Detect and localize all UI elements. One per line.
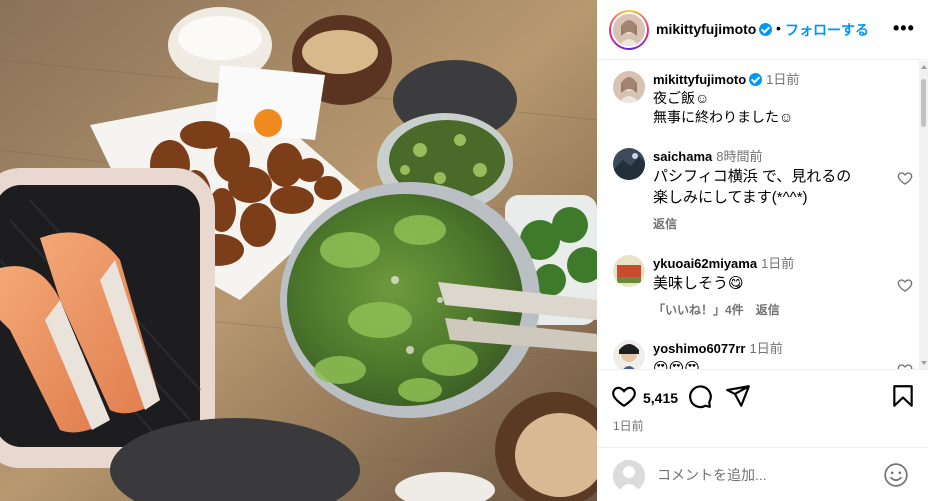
comment-item: ykuoai62miyama 1日前 美味しそう😋 「いいね！」4件 返信 <box>613 255 913 325</box>
default-avatar-icon <box>613 460 645 492</box>
caption-avatar-image <box>613 71 645 103</box>
comment-input[interactable] <box>657 464 877 486</box>
like-count[interactable]: 5,415 <box>643 390 678 406</box>
reply-button[interactable]: 返信 <box>653 217 677 231</box>
save-bookmark-icon[interactable] <box>890 383 916 409</box>
comment-bubble-icon[interactable] <box>687 383 713 409</box>
comment-text: 美味しそう😋 <box>653 275 744 292</box>
comment-item: yoshimo6077rr 1日前 😍😍😍 <box>613 340 913 369</box>
comment-likes-count[interactable]: 「いいね！」4件 <box>653 303 744 317</box>
add-comment-bar <box>597 447 928 501</box>
comment-like-heart-icon[interactable] <box>897 277 913 293</box>
like-heart-icon[interactable] <box>611 383 637 409</box>
comment-text: パシフィコ横浜 で、見れるの <box>653 168 852 185</box>
author-avatar-image <box>613 14 645 46</box>
scroll-up-arrow-icon[interactable] <box>921 65 927 69</box>
comment-time: 1日前 <box>761 256 795 271</box>
comment-username[interactable]: ykuoai62miyama <box>653 256 757 271</box>
comment-avatar[interactable] <box>613 340 645 369</box>
comments-list[interactable]: mikittyfujimoto 1日前 夜ご飯☺︎ 無事に終わりました☺︎ sai… <box>597 61 919 369</box>
comment-like-heart-icon[interactable] <box>897 362 913 369</box>
comment-text: 😍😍😍 <box>653 360 700 369</box>
post-header: mikittyfujimoto • フォローする ••• <box>597 0 928 60</box>
caption-time: 1日前 <box>766 72 800 87</box>
current-user-avatar <box>613 460 645 492</box>
post-date: 1日前 <box>613 419 644 433</box>
comment-time: 1日前 <box>749 341 783 356</box>
post-photo[interactable] <box>0 0 597 501</box>
comment-avatar[interactable] <box>613 148 645 180</box>
separator-dot: • <box>776 20 781 36</box>
comment-username[interactable]: yoshimo6077rr <box>653 341 746 356</box>
dinner-photo <box>0 0 597 501</box>
author-avatar[interactable] <box>609 10 649 50</box>
author-username-text[interactable]: mikittyfujimoto <box>656 21 756 37</box>
emoji-smiley-icon[interactable] <box>883 462 909 488</box>
comment-item: saichama 8時間前 パシフィコ横浜 で、見れるの 楽しみにしてます(*^^… <box>613 148 913 231</box>
author-username[interactable]: mikittyfujimoto <box>656 21 773 37</box>
verified-badge-icon <box>759 23 773 36</box>
scroll-down-arrow-icon[interactable] <box>921 361 927 365</box>
follow-button[interactable]: フォローする <box>785 20 869 40</box>
comment-username[interactable]: saichama <box>653 149 712 164</box>
comment-avatar-image <box>613 255 645 287</box>
caption-username[interactable]: mikittyfujimoto <box>653 72 746 87</box>
post-side-panel: mikittyfujimoto • フォローする ••• mikittyfuji… <box>597 0 928 501</box>
caption-line: 夜ご飯☺︎ <box>653 90 710 106</box>
caption-author-avatar[interactable] <box>613 71 645 103</box>
comment-text: 楽しみにしてます(*^^*) <box>653 189 808 206</box>
comment-avatar-image <box>613 340 645 369</box>
comment-time: 8時間前 <box>716 149 763 164</box>
caption-line: 無事に終わりました☺︎ <box>653 109 794 125</box>
more-options-icon[interactable]: ••• <box>893 19 915 37</box>
comment-avatar[interactable] <box>613 255 645 287</box>
comment-avatar-image <box>613 148 645 180</box>
verified-badge-icon <box>749 73 763 86</box>
comments-scrollbar[interactable] <box>919 61 928 369</box>
scrollbar-thumb[interactable] <box>921 79 926 127</box>
share-send-icon[interactable] <box>725 383 751 409</box>
comment-like-heart-icon[interactable] <box>897 170 913 186</box>
reply-button[interactable]: 返信 <box>756 303 780 317</box>
